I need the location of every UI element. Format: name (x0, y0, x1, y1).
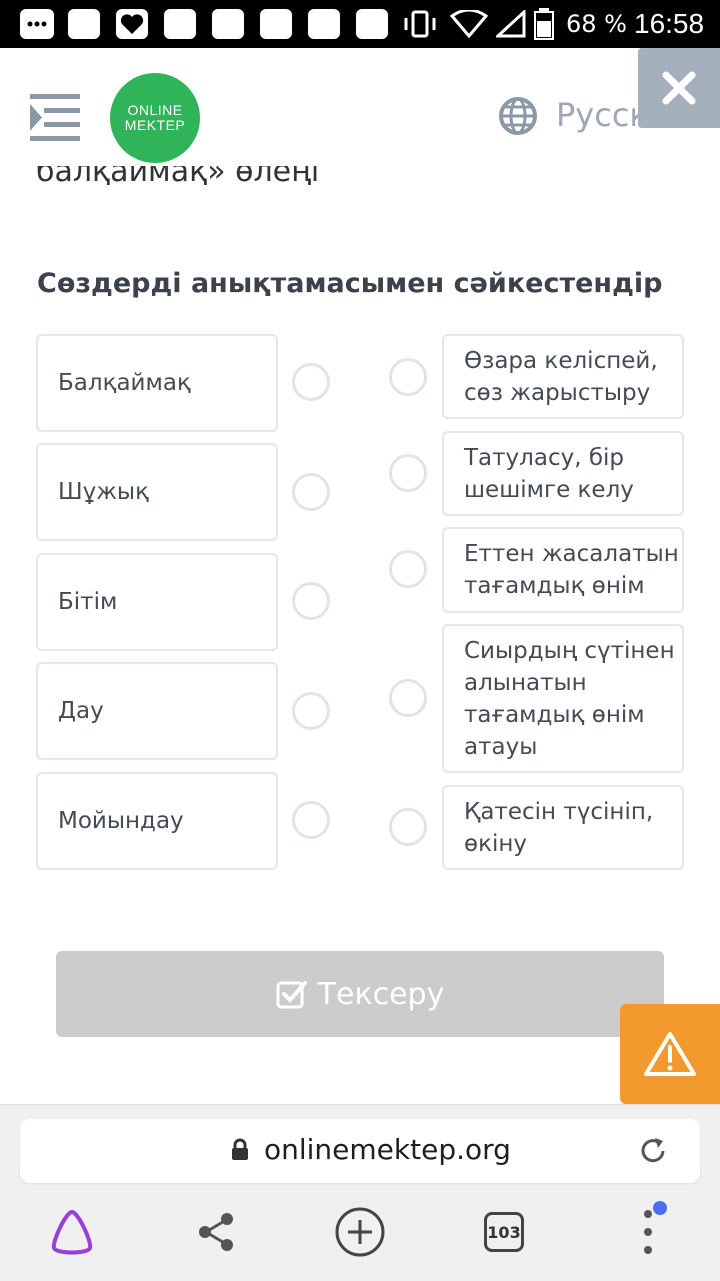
notification-icon (20, 9, 54, 39)
logo-text-line2: MEKTEP (124, 117, 186, 133)
right-card-2[interactable]: Татуласу, бір шешімге келу (442, 431, 684, 516)
app-notification-icon (212, 9, 244, 39)
address-bar[interactable]: onlinemektep.org (20, 1119, 700, 1183)
left-card-2[interactable]: Шұжық (36, 443, 278, 541)
right-card-label: Қатесін түсініп, өкіну (464, 798, 654, 857)
left-card-4[interactable]: Дау (36, 662, 278, 760)
left-match-radio-4[interactable] (292, 692, 330, 730)
app-notification-icon (308, 9, 340, 39)
url-text: onlinemektep.org (264, 1133, 511, 1166)
right-card-label: Татуласу, бір шешімге келу (464, 444, 634, 503)
logo[interactable]: ONLINE MEKTEP (110, 73, 200, 163)
check-button[interactable]: Тексеру (56, 951, 664, 1037)
right-card-1[interactable]: Өзара келіспей, сөз жарыстыру (442, 334, 684, 419)
left-card-label: Мойындау (58, 808, 184, 834)
right-card-label: Еттен жасалатын тағамдық өнім (464, 541, 679, 599)
battery-icon (534, 8, 554, 40)
globe-icon[interactable] (498, 96, 538, 136)
left-card-label: Шұжық (58, 479, 149, 505)
tabs-counter[interactable]: 103 (484, 1212, 524, 1252)
signal-icon (496, 10, 526, 38)
wifi-icon (450, 10, 488, 38)
left-match-radio-3[interactable] (292, 582, 330, 620)
left-card-3[interactable]: Бітім (36, 553, 278, 651)
app-notification-icon (164, 9, 196, 39)
heart-icon (116, 9, 148, 39)
left-match-radio-5[interactable] (292, 801, 330, 839)
left-card-label: Балқаймақ (58, 370, 191, 396)
right-match-radio-1[interactable] (389, 358, 427, 396)
check-button-label: Тексеру (317, 976, 445, 1012)
alice-assistant-icon[interactable] (48, 1208, 96, 1256)
app-notification-icon (260, 9, 292, 39)
lock-icon (232, 1138, 248, 1160)
left-card-label: Бітім (58, 589, 118, 615)
app-notification-icon (68, 9, 100, 39)
left-match-radio-1[interactable] (292, 363, 330, 401)
left-card-5[interactable]: Мойындау (36, 772, 278, 870)
right-card-label: Өзара келіспей, сөз жарыстыру (464, 347, 658, 406)
logo-text-line1: ONLINE (127, 102, 183, 118)
checkbox-check-icon (276, 981, 307, 1009)
right-card-label: Сиырдың сүтінен алынатын тағамдық өнім а… (464, 637, 675, 760)
right-card-4[interactable]: Сиырдың сүтінен алынатын тағамдық өнім а… (442, 624, 684, 773)
right-card-3[interactable]: Еттен жасалатын тағамдық өнім (442, 527, 684, 613)
right-match-radio-4[interactable] (389, 679, 427, 717)
new-tab-icon[interactable] (334, 1206, 386, 1258)
vibrate-icon (404, 10, 436, 38)
share-icon[interactable] (196, 1210, 236, 1254)
warning-icon (644, 1032, 696, 1076)
previous-section-title: балқаймақ» өлеңі (36, 166, 320, 189)
close-button[interactable] (638, 48, 720, 128)
clock: 16:58 (634, 8, 705, 39)
menu-icon[interactable] (30, 94, 80, 142)
more-menu-icon[interactable] (632, 1196, 672, 1256)
reload-icon[interactable] (638, 1135, 670, 1167)
status-bar: 68 % 16:58 (0, 0, 720, 48)
right-match-radio-5[interactable] (389, 808, 427, 846)
left-card-1[interactable]: Балқаймақ (36, 334, 278, 432)
right-card-5[interactable]: Қатесін түсініп, өкіну (442, 785, 684, 870)
right-match-radio-2[interactable] (389, 454, 427, 492)
battery-percent: 68 % (566, 10, 627, 38)
question-title: Сөздерді анықтамасымен сәйкестендір (37, 268, 663, 299)
close-icon (662, 71, 696, 105)
left-card-label: Дау (58, 698, 104, 724)
right-match-radio-3[interactable] (389, 550, 427, 588)
report-problem-button[interactable] (620, 1004, 720, 1104)
left-match-radio-2[interactable] (292, 473, 330, 511)
app-notification-icon (356, 9, 388, 39)
